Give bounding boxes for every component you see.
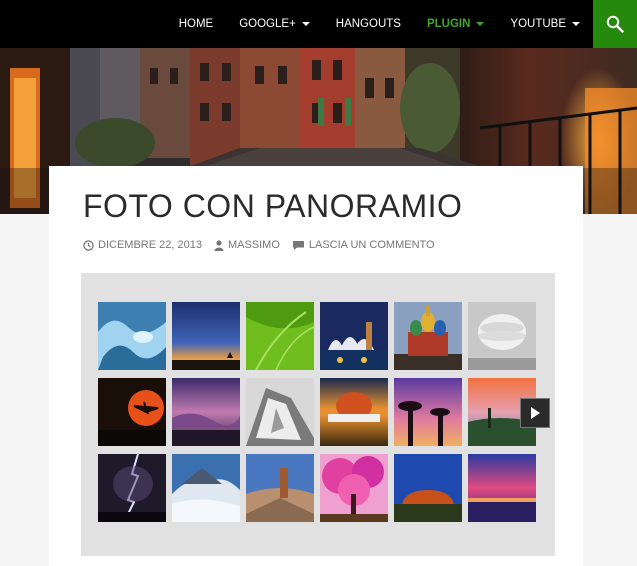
photo-thumbnail[interactable] <box>172 302 240 370</box>
post-author-link[interactable]: MASSIMO <box>214 239 280 251</box>
photo-thumbnail[interactable] <box>98 302 166 370</box>
photo-thumbnail[interactable] <box>468 302 536 370</box>
post-author: MASSIMO <box>227 239 280 251</box>
photo-thumbnail[interactable] <box>172 454 240 522</box>
post-article: FOTO CON PANORAMIO DICEMBRE 22, 2013 MAS… <box>49 166 583 566</box>
caret-down-icon <box>572 22 580 26</box>
photo-thumbnail[interactable] <box>246 302 314 370</box>
nav-item-google-plus[interactable]: GOOGLE+ <box>226 0 323 48</box>
caret-down-icon <box>476 22 485 26</box>
user-icon <box>214 239 224 251</box>
nav-label-google-plus: GOOGLE+ <box>239 18 296 30</box>
photo-thumbnail[interactable] <box>468 454 536 522</box>
post-title: FOTO CON PANORAMIO <box>83 188 463 224</box>
photo-thumbnail[interactable] <box>246 378 314 446</box>
nav-label-youtube: YOUTUBE <box>510 18 566 30</box>
primary-menu: HOME GOOGLE+ HANGOUTS PLUGIN YOUTUBE <box>166 0 593 48</box>
post-date: DICEMBRE 22, 2013 <box>98 239 202 251</box>
nav-label-plugin: PLUGIN <box>426 18 471 30</box>
top-navigation-bar: HOME GOOGLE+ HANGOUTS PLUGIN YOUTUBE <box>0 0 637 48</box>
photo-thumbnail[interactable] <box>320 378 388 446</box>
post-comment-label: LASCIA UN COMMENTO <box>308 239 435 251</box>
panoramio-gallery <box>81 273 555 556</box>
photo-thumbnail[interactable] <box>320 302 388 370</box>
post-date-link[interactable]: DICEMBRE 22, 2013 <box>83 239 202 251</box>
nav-item-hangouts[interactable]: HANGOUTS <box>323 0 414 48</box>
triangle-right-icon <box>531 407 540 419</box>
photo-thumbnail[interactable] <box>320 454 388 522</box>
nav-item-home[interactable]: HOME <box>166 0 227 48</box>
comment-icon <box>292 240 304 250</box>
gallery-next-button[interactable] <box>520 398 550 428</box>
photo-thumbnail[interactable] <box>246 454 314 522</box>
photo-thumbnail[interactable] <box>394 378 462 446</box>
post-meta: DICEMBRE 22, 2013 MASSIMO LASCIA UN COMM… <box>83 239 435 251</box>
clock-icon <box>83 239 94 251</box>
search-button[interactable] <box>593 0 637 48</box>
caret-down-icon <box>301 22 310 26</box>
photo-thumbnail[interactable] <box>394 454 462 522</box>
search-icon <box>606 15 624 33</box>
post-comment-link[interactable]: LASCIA UN COMMENTO <box>292 239 435 251</box>
nav-item-youtube[interactable]: YOUTUBE <box>497 0 593 48</box>
photo-thumbnail[interactable] <box>394 302 462 370</box>
photo-thumbnail[interactable] <box>98 454 166 522</box>
nav-label-home: HOME <box>178 18 214 30</box>
photo-thumbnail[interactable] <box>98 378 166 446</box>
gallery-thumbnails <box>98 302 536 522</box>
photo-thumbnail[interactable] <box>172 378 240 446</box>
nav-label-hangouts: HANGOUTS <box>335 18 401 30</box>
nav-item-plugin[interactable]: PLUGIN <box>414 0 497 48</box>
